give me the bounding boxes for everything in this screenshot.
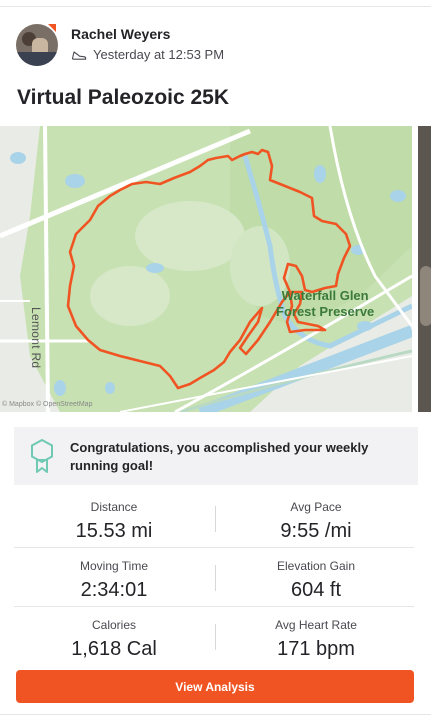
view-analysis-button[interactable]: View Analysis bbox=[16, 670, 414, 703]
stat-value: 15.53 mi bbox=[75, 520, 153, 542]
activity-timestamp: Yesterday at 12:53 PM bbox=[93, 47, 225, 62]
stat-row-divider bbox=[14, 606, 414, 607]
stat-elevation-gain: Elevation Gain 604 ft bbox=[216, 559, 416, 602]
stat-label: Distance bbox=[90, 500, 138, 514]
stat-label: Calories bbox=[91, 618, 136, 632]
stat-value: 9:55 /mi bbox=[280, 520, 352, 542]
stat-calories: Calories 1,618 Cal bbox=[14, 618, 214, 661]
divider bbox=[0, 6, 431, 7]
divider bbox=[0, 714, 431, 715]
stat-value: 171 bpm bbox=[277, 638, 355, 660]
photo-peek[interactable] bbox=[418, 126, 431, 412]
map-road-label: Lemont Rd bbox=[29, 307, 43, 369]
stat-label: Elevation Gain bbox=[276, 559, 356, 573]
activity-card: Rachel Weyers Yesterday at 12:53 PM Virt… bbox=[0, 0, 431, 720]
stat-row-divider bbox=[14, 547, 414, 548]
map-place-label-line1: Waterfall Glen bbox=[281, 288, 369, 303]
stat-label: Avg Heart Rate bbox=[275, 618, 357, 632]
goal-message: Congratulations, you accomplished your w… bbox=[70, 440, 369, 473]
shoe-icon bbox=[71, 50, 87, 60]
map-attribution[interactable]: © Mapbox © OpenStreetMap bbox=[2, 401, 92, 408]
route-map[interactable]: Lemont Rd Waterfall Glen Forest Preserve… bbox=[0, 126, 412, 412]
stat-value: 604 ft bbox=[290, 579, 342, 601]
stat-avg-heart-rate: Avg Heart Rate 171 bpm bbox=[216, 618, 416, 661]
map-place-label-line2: Forest Preserve bbox=[276, 304, 375, 319]
activity-title[interactable]: Virtual Paleozoic 25K bbox=[17, 86, 229, 110]
stat-value: 2:34:01 bbox=[80, 579, 148, 601]
map-canvas bbox=[0, 126, 412, 412]
stat-moving-time: Moving Time 2:34:01 bbox=[14, 559, 214, 602]
stat-divider bbox=[215, 565, 216, 591]
stat-value: 1,618 Cal bbox=[71, 638, 157, 660]
stat-divider bbox=[215, 506, 216, 532]
stat-label: Avg Pace bbox=[290, 500, 342, 514]
subscriber-badge-icon bbox=[48, 24, 56, 32]
stat-distance: Distance 15.53 mi bbox=[14, 500, 214, 543]
goal-badge-icon bbox=[31, 439, 53, 473]
stat-divider bbox=[215, 624, 216, 650]
activity-meta: Yesterday at 12:53 PM bbox=[71, 47, 224, 62]
athlete-name[interactable]: Rachel Weyers bbox=[71, 26, 170, 42]
stat-avg-pace: Avg Pace 9:55 /mi bbox=[216, 500, 416, 543]
map-place-label: Waterfall Glen Forest Preserve bbox=[276, 288, 374, 320]
goal-banner: Congratulations, you accomplished your w… bbox=[14, 427, 418, 485]
stat-label: Moving Time bbox=[79, 559, 149, 573]
